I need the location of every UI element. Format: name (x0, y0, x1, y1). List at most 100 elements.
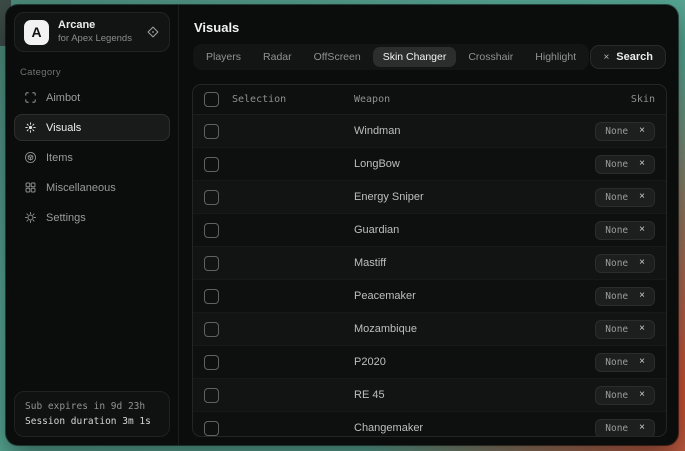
items-cube-icon (24, 151, 37, 164)
table-row: Changemaker None × (193, 412, 666, 437)
row-checkbox[interactable] (204, 388, 219, 403)
clear-skin-icon[interactable]: × (639, 225, 645, 235)
skin-value: None (605, 192, 628, 203)
tab-row: PlayersRadarOffScreenSkin ChangerCrossha… (193, 44, 666, 70)
sidebar-item-visuals[interactable]: Visuals (14, 114, 170, 141)
skin-value: None (605, 159, 628, 170)
sidebar-item-aimbot[interactable]: Aimbot (14, 84, 170, 111)
sidebar-item-label: Visuals (46, 122, 81, 134)
app-logo: A (24, 20, 49, 45)
sidebar-item-label: Aimbot (46, 92, 80, 104)
sidebar-item-miscellaneous[interactable]: Miscellaneous (14, 174, 170, 201)
skin-value: None (605, 324, 628, 335)
skin-select-badge[interactable]: None× (595, 221, 655, 240)
weapon-name: Energy Sniper (354, 191, 545, 203)
skin-select-badge[interactable]: None × (595, 188, 655, 207)
sidebar-item-label: Settings (46, 212, 86, 224)
visuals-eye-icon (24, 121, 37, 134)
weapon-name: Changemaker (354, 422, 545, 434)
row-checkbox[interactable] (204, 190, 219, 205)
skin-select-badge[interactable]: None× (595, 353, 655, 372)
tab-skin-changer[interactable]: Skin Changer (373, 47, 457, 67)
skin-select-badge[interactable]: None × (595, 320, 655, 339)
weapon-name: P2020 (354, 356, 545, 368)
clear-skin-icon[interactable]: × (639, 258, 645, 268)
skin-value: None (605, 126, 628, 137)
table-row: Mastiff None × (193, 247, 666, 280)
selection-header-cell: Selection (204, 92, 354, 107)
table-row: Windman None × (193, 115, 666, 148)
skin-value: None (605, 258, 628, 269)
sub-expiry-text: Sub expires in 9d 23h (25, 399, 159, 414)
tab-radar[interactable]: Radar (253, 47, 302, 67)
row-selection-cell (204, 190, 354, 205)
category-label: Category (20, 67, 178, 78)
search-button-label: Search (616, 51, 653, 63)
table-row: Peacemaker None × (193, 280, 666, 313)
brand-settings-icon[interactable] (146, 25, 160, 39)
tab-highlight[interactable]: Highlight (525, 47, 586, 67)
skin-value: None (605, 423, 628, 434)
skin-select-badge[interactable]: None × (595, 122, 655, 141)
weapon-name: Guardian (354, 224, 545, 236)
row-checkbox[interactable] (204, 256, 219, 271)
skin-select-badge[interactable]: None × (595, 155, 655, 174)
weapon-name: Peacemaker (354, 290, 545, 302)
clear-skin-icon[interactable]: × (639, 126, 645, 136)
search-shortcut-icon: × (603, 52, 609, 63)
skin-value: None (605, 291, 628, 302)
clear-skin-icon[interactable]: × (639, 423, 645, 433)
clear-skin-icon[interactable]: × (639, 159, 645, 169)
clear-skin-icon[interactable]: × (639, 357, 645, 367)
table-row: Energy Sniper None × (193, 181, 666, 214)
clear-skin-icon[interactable]: × (639, 324, 645, 334)
clear-skin-icon[interactable]: × (639, 291, 645, 301)
row-selection-cell (204, 157, 354, 172)
weapon-name: Mozambique (354, 323, 545, 335)
skin-select-badge[interactable]: None × (595, 254, 655, 273)
brand-card: A Arcane for Apex Legends (14, 12, 170, 52)
session-duration-text: Session duration 3m 1s (25, 414, 159, 429)
row-selection-cell (204, 289, 354, 304)
weapon-name: Windman (354, 125, 545, 137)
main-panel: Visuals PlayersRadarOffScreenSkin Change… (179, 5, 678, 445)
weapon-name: Mastiff (354, 257, 545, 269)
sidebar-item-items[interactable]: Items (14, 144, 170, 171)
row-selection-cell (204, 388, 354, 403)
clear-skin-icon[interactable]: × (639, 192, 645, 202)
row-selection-cell (204, 124, 354, 139)
row-checkbox[interactable] (204, 421, 219, 436)
search-button[interactable]: × Search (590, 45, 666, 69)
weapon-name: LongBow (354, 158, 545, 170)
skin-select-badge[interactable]: None × (595, 419, 655, 438)
app-window: A Arcane for Apex Legends Category Aimbo… (6, 5, 678, 445)
row-checkbox[interactable] (204, 124, 219, 139)
table-row: RE 45 None× (193, 379, 666, 412)
skin-select-badge[interactable]: None× (595, 386, 655, 405)
row-selection-cell (204, 256, 354, 271)
table-row: LongBow None × (193, 148, 666, 181)
tab-crosshair[interactable]: Crosshair (458, 47, 523, 67)
sidebar-item-settings[interactable]: Settings (14, 204, 170, 231)
row-selection-cell (204, 322, 354, 337)
skin-select-badge[interactable]: None × (595, 287, 655, 306)
row-checkbox[interactable] (204, 355, 219, 370)
weapon-name: RE 45 (354, 389, 545, 401)
tab-players[interactable]: Players (196, 47, 251, 67)
tab-offscreen[interactable]: OffScreen (304, 47, 371, 67)
row-checkbox[interactable] (204, 157, 219, 172)
weapon-column-header: Weapon (354, 94, 545, 105)
selection-column-header: Selection (232, 94, 286, 105)
row-checkbox[interactable] (204, 289, 219, 304)
table-row: Mozambique None × (193, 313, 666, 346)
select-all-checkbox[interactable] (204, 92, 219, 107)
desktop-background: A Arcane for Apex Legends Category Aimbo… (0, 0, 685, 451)
row-checkbox[interactable] (204, 322, 219, 337)
clear-skin-icon[interactable]: × (639, 390, 645, 400)
session-info-card: Sub expires in 9d 23h Session duration 3… (14, 391, 170, 437)
row-checkbox[interactable] (204, 223, 219, 238)
misc-grid-icon (24, 181, 37, 194)
row-selection-cell (204, 355, 354, 370)
tab-bar: PlayersRadarOffScreenSkin ChangerCrossha… (193, 44, 589, 70)
app-subtitle: for Apex Legends (58, 33, 137, 45)
